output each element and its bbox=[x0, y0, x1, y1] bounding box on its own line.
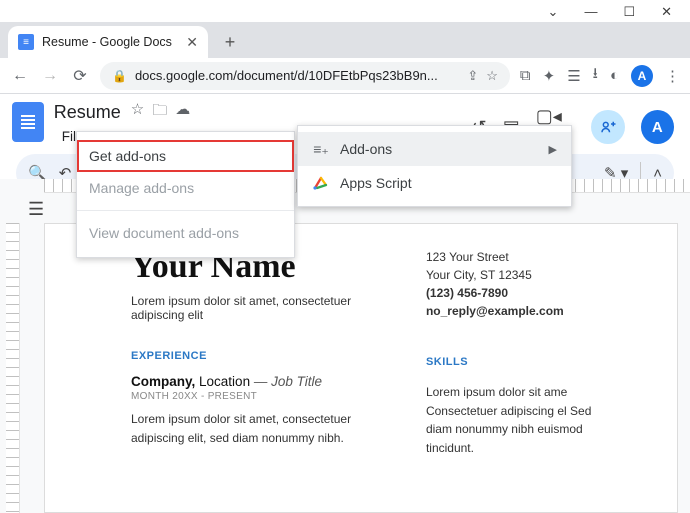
job-dates: MONTH 20XX - PRESENT bbox=[131, 391, 382, 402]
nav-reload-button[interactable]: ⟳ bbox=[70, 66, 90, 86]
star-icon[interactable]: ☆ bbox=[131, 100, 144, 125]
scan-icon[interactable]: ⧉ bbox=[520, 67, 531, 84]
lock-icon: 🔒 bbox=[112, 69, 127, 83]
browser-tab[interactable]: ≡ Resume - Google Docs ✕ bbox=[8, 26, 208, 58]
share-url-icon[interactable]: ⇪ bbox=[467, 68, 478, 84]
menu-item-view-doc-addons[interactable]: View document add-ons bbox=[77, 217, 294, 249]
tab-favicon-icon: ≡ bbox=[18, 34, 34, 50]
nav-forward-button[interactable]: → bbox=[40, 67, 60, 85]
cloud-status-icon[interactable]: ☁ bbox=[175, 100, 190, 125]
browser-action-icons: ⧉ ✦ ☰ ⭳ ◐ A ⋮ bbox=[520, 63, 680, 88]
window-minimize-button[interactable]: — bbox=[584, 4, 597, 18]
contact-block: 123 Your Street Your City, ST 12345 (123… bbox=[426, 248, 599, 320]
job-line: Company, Location — Job Title bbox=[131, 374, 382, 389]
apps-script-icon bbox=[312, 174, 330, 192]
window-chevron-icon[interactable]: ⌄ bbox=[548, 4, 559, 18]
chevron-right-icon: ▶ bbox=[549, 143, 557, 156]
incognito-icon[interactable]: ◐ bbox=[610, 67, 619, 84]
extensions-submenu: ≡₊ Add-ons ▶ Apps Script bbox=[297, 125, 572, 207]
move-icon[interactable]: 🗀 bbox=[152, 100, 167, 125]
browser-toolbar: ← → ⟳ 🔒 docs.google.com/document/d/10DFE… bbox=[0, 58, 690, 94]
reading-list-icon[interactable]: ☰ bbox=[567, 67, 580, 85]
tab-title: Resume - Google Docs bbox=[42, 35, 172, 49]
bookmark-icon[interactable]: ☆ bbox=[486, 68, 498, 84]
browser-menu-icon[interactable]: ⋮ bbox=[665, 67, 680, 85]
extensions-icon[interactable]: ✦ bbox=[543, 67, 556, 85]
nav-back-button[interactable]: ← bbox=[10, 67, 30, 85]
vertical-ruler[interactable] bbox=[6, 223, 20, 513]
skills-body: Lorem ipsum dolor sit ame Consectetuer a… bbox=[426, 383, 599, 457]
new-tab-button[interactable]: + bbox=[216, 28, 244, 56]
submenu-label: Add-ons bbox=[340, 141, 392, 157]
share-button[interactable] bbox=[591, 110, 624, 144]
menu-separator bbox=[77, 210, 294, 211]
document-page[interactable]: Your Name Lorem ipsum dolor sit amet, co… bbox=[44, 223, 678, 513]
docs-logo-icon[interactable] bbox=[12, 102, 44, 142]
submenu-item-addons[interactable]: ≡₊ Add-ons ▶ bbox=[298, 132, 571, 166]
profile-avatar[interactable]: A bbox=[631, 65, 653, 87]
document-outline-button[interactable]: ☰ bbox=[28, 199, 44, 220]
download-icon[interactable]: ⭳ bbox=[593, 63, 598, 88]
menu-item-manage-addons[interactable]: Manage add-ons bbox=[77, 172, 294, 204]
extensions-dropdown: Get add-ons Manage add-ons View document… bbox=[76, 131, 295, 258]
experience-body: Lorem ipsum dolor sit amet, consectetuer… bbox=[131, 410, 382, 447]
window-maximize-button[interactable]: ☐ bbox=[623, 4, 635, 18]
tab-close-button[interactable]: ✕ bbox=[186, 34, 198, 51]
skills-heading: SKILLS bbox=[426, 354, 599, 371]
address-bar[interactable]: 🔒 docs.google.com/document/d/10DFEtbPqs2… bbox=[100, 62, 510, 90]
document-title[interactable]: Resume bbox=[54, 102, 121, 123]
addons-icon: ≡₊ bbox=[312, 140, 330, 158]
resume-summary: Lorem ipsum dolor sit amet, consectetuer… bbox=[131, 294, 382, 322]
window-controls: ⌄ — ☐ ✕ bbox=[0, 0, 690, 22]
submenu-item-apps-script[interactable]: Apps Script bbox=[298, 166, 571, 200]
menu-item-get-addons[interactable]: Get add-ons bbox=[77, 140, 294, 172]
submenu-label: Apps Script bbox=[340, 175, 412, 191]
window-close-button[interactable]: ✕ bbox=[661, 4, 672, 18]
account-avatar[interactable]: A bbox=[641, 110, 674, 144]
browser-tab-strip: ≡ Resume - Google Docs ✕ + bbox=[0, 22, 690, 58]
experience-heading: EXPERIENCE bbox=[131, 350, 382, 362]
url-text: docs.google.com/document/d/10DFEtbPqs23b… bbox=[135, 68, 438, 83]
